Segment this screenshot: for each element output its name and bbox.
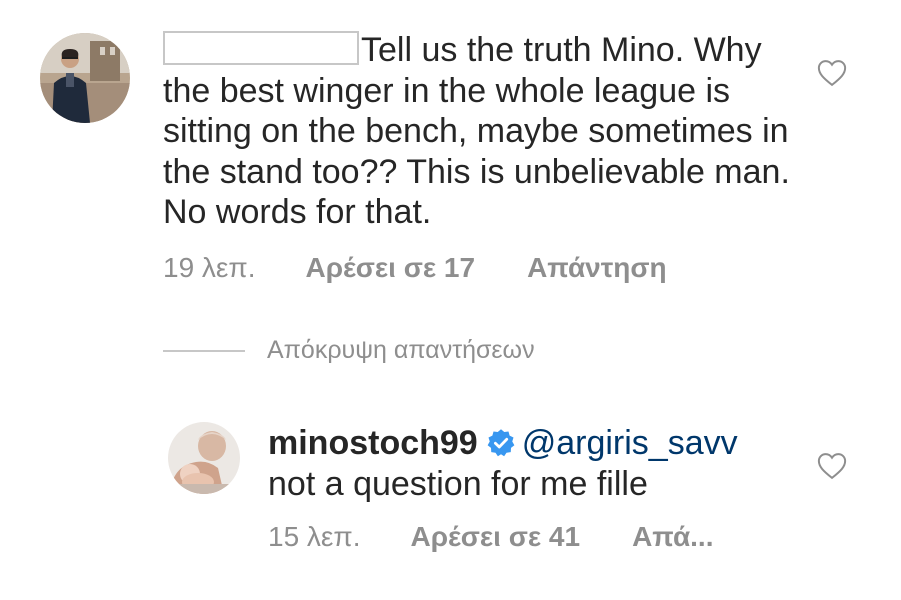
verified-badge-icon [487, 429, 515, 457]
hide-replies-label: Απόκρυψη απαντήσεων [267, 336, 535, 364]
reply-text: not a question for me fille [268, 464, 648, 503]
commenter-avatar[interactable] [40, 33, 130, 123]
reply-body: minostoch99 @argiris_savv not a question… [268, 423, 808, 504]
reply-timestamp[interactable]: 15 λεπ. [268, 521, 361, 553]
redacted-username [163, 31, 359, 65]
comment-timestamp[interactable]: 19 λεπ. [163, 252, 256, 284]
reply-reply-button[interactable]: Απά... [632, 521, 713, 553]
reply-mention-link[interactable]: @argiris_savv [522, 424, 738, 462]
hide-replies-divider [163, 349, 245, 352]
reply-author-avatar-image [168, 422, 240, 494]
like-heart-icon[interactable] [817, 59, 847, 87]
commenter-avatar-image [40, 33, 130, 123]
reply-username[interactable]: minostoch99 [268, 424, 478, 462]
comment-body: Tell us the truth Mino. Why the best win… [163, 30, 803, 233]
comment-meta: 19 λεπ. Αρέσει σε 17 Απάντηση [163, 252, 667, 284]
reply-header: minostoch99 @argiris_savv [268, 423, 808, 464]
reply-meta: 15 λεπ. Αρέσει σε 41 Απά... [268, 521, 714, 553]
comments-thread: Tell us the truth Mino. Why the best win… [0, 0, 901, 600]
reply-author-avatar[interactable] [168, 422, 240, 494]
reply-likes-link[interactable]: Αρέσει σε 41 [411, 521, 581, 553]
comment-reply-button[interactable]: Απάντηση [527, 252, 667, 284]
comment-likes-link[interactable]: Αρέσει σε 17 [306, 252, 476, 284]
hide-replies-toggle[interactable]: Απόκρυψη απαντήσεων [163, 336, 535, 365]
reply-like-heart-icon[interactable] [817, 452, 847, 480]
